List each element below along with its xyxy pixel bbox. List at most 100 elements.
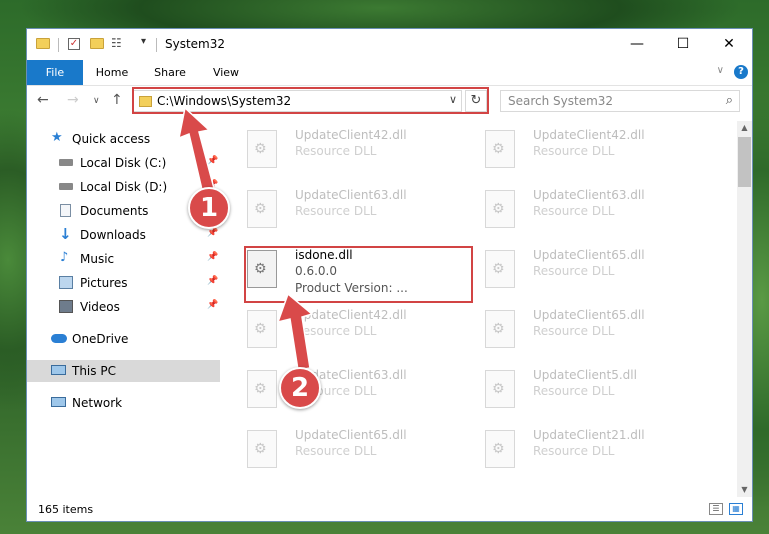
file-item[interactable]: UpdateClient21.dll Resource DLL [463,424,693,474]
close-button[interactable]: ✕ [706,29,752,60]
window-title: System32 [165,37,226,51]
file-name: UpdateClient42.dll [533,128,645,142]
dll-file-icon [485,370,515,408]
sidebar-item-label: Documents [80,204,149,218]
sidebar-item-music[interactable]: ♪ Music 📌 [27,248,220,270]
search-input[interactable]: Search System32 ⌕ [500,90,740,112]
quick-access-dropdown-icon[interactable]: ▾ [141,36,146,47]
sidebar-item-pictures[interactable]: Pictures 📌 [27,272,220,294]
file-name: UpdateClient21.dll [533,428,645,442]
file-item[interactable]: UpdateClient42.dll Resource DLL [225,304,455,354]
file-type: Resource DLL [533,264,615,278]
star-icon: ★ [51,130,63,145]
file-item[interactable]: UpdateClient5.dll Resource DLL [463,364,693,414]
new-folder-icon[interactable] [90,38,104,49]
title-bar: ✓ ☷ ▾ System32 — ☐ ✕ [27,29,752,60]
sidebar-item-label: Music [80,252,115,266]
dll-file-icon [247,370,277,408]
sidebar-item-label: This PC [72,364,116,378]
file-item[interactable]: UpdateClient63.dll Resource DLL [225,364,455,414]
download-icon: ↓ [59,225,72,243]
maximize-button[interactable]: ☐ [660,29,706,60]
file-item[interactable]: UpdateClient63.dll Resource DLL [225,184,455,234]
dll-file-icon [485,310,515,348]
music-icon: ♪ [60,250,69,265]
scroll-up-icon[interactable]: ▲ [737,121,752,135]
file-type: Resource DLL [533,444,615,458]
file-item[interactable]: UpdateClient65.dll Resource DLL [225,424,455,474]
details-view-icon[interactable]: ☰ [709,503,723,515]
sidebar-item-videos[interactable]: Videos 📌 [27,296,220,318]
large-icons-view-icon[interactable]: ▦ [729,503,743,515]
tab-share[interactable]: Share [147,60,193,85]
customize-icon[interactable]: ☷ [111,36,122,50]
tab-view[interactable]: View [203,60,249,85]
dll-file-icon [485,190,515,228]
file-name: UpdateClient63.dll [295,188,407,202]
drive-icon [59,183,73,190]
sidebar-item-onedrive[interactable]: OneDrive [27,328,220,350]
ribbon-tabs: File Home Share View ∨ ? [27,60,752,86]
sidebar-item-label: OneDrive [72,332,129,346]
properties-icon[interactable]: ✓ [68,38,80,50]
search-icon[interactable]: ⌕ [726,93,733,108]
sidebar-item-label: Local Disk (C:) [80,156,167,170]
callout-arrow-1 [177,108,216,195]
dll-file-icon [485,430,515,468]
sidebar-item-downloads[interactable]: ↓ Downloads 📌 [27,224,220,246]
file-type: Resource DLL [533,204,615,218]
file-type: Resource DLL [295,444,377,458]
tab-file[interactable]: File [27,60,83,85]
sidebar-item-network[interactable]: Network [27,392,220,414]
network-icon [51,397,66,407]
tab-home[interactable]: Home [89,60,135,85]
sidebar-item-label: Local Disk (D:) [80,180,168,194]
pin-icon[interactable]: 📌 [207,300,218,310]
up-arrow-icon[interactable]: ↑ [111,92,123,108]
file-item[interactable]: UpdateClient42.dll Resource DLL [225,124,455,174]
vertical-scrollbar[interactable]: ▲ ▼ [737,121,752,497]
help-icon[interactable]: ? [734,65,748,79]
folder-icon [36,38,50,49]
sidebar-item-label: Videos [80,300,120,314]
dll-file-icon [485,250,515,288]
divider [156,38,157,52]
scroll-thumb[interactable] [738,137,751,187]
recent-locations-icon[interactable]: ∨ [93,96,100,106]
documents-icon [60,204,71,217]
computer-icon [51,365,66,375]
file-name: UpdateClient65.dll [533,248,645,262]
videos-icon [59,300,73,313]
sidebar-item-this-pc[interactable]: This PC [27,360,220,382]
pin-icon[interactable]: 📌 [207,252,218,262]
dll-file-icon [247,430,277,468]
file-item[interactable]: UpdateClient63.dll Resource DLL [463,184,693,234]
callout-arrow-2 [276,294,314,371]
file-name: UpdateClient42.dll [295,128,407,142]
step-badge-1: 1 [188,187,230,229]
expand-ribbon-icon[interactable]: ∨ [717,65,724,76]
dll-file-icon [485,130,515,168]
file-type: Resource DLL [533,324,615,338]
file-name: UpdateClient65.dll [295,428,407,442]
item-count: 165 items [38,503,94,516]
file-name: UpdateClient65.dll [533,308,645,322]
forward-arrow-icon[interactable]: → [67,92,79,108]
file-item[interactable]: UpdateClient42.dll Resource DLL [463,124,693,174]
file-type: Resource DLL [533,144,615,158]
dll-file-icon [247,130,277,168]
sidebar-item-label: Network [72,396,123,410]
minimize-button[interactable]: — [614,29,660,60]
file-item[interactable]: UpdateClient65.dll Resource DLL [463,244,693,294]
scroll-down-icon[interactable]: ▼ [737,483,752,497]
file-item[interactable]: UpdateClient65.dll Resource DLL [463,304,693,354]
sidebar-item-label: Pictures [80,276,128,290]
dll-file-icon [247,190,277,228]
search-placeholder: Search System32 [508,94,614,108]
back-arrow-icon[interactable]: ← [37,92,49,108]
sidebar-item-label: Downloads [80,228,146,242]
step-badge-2: 2 [279,367,321,409]
file-name: UpdateClient5.dll [533,368,637,382]
pin-icon[interactable]: 📌 [207,228,218,238]
pin-icon[interactable]: 📌 [207,276,218,286]
